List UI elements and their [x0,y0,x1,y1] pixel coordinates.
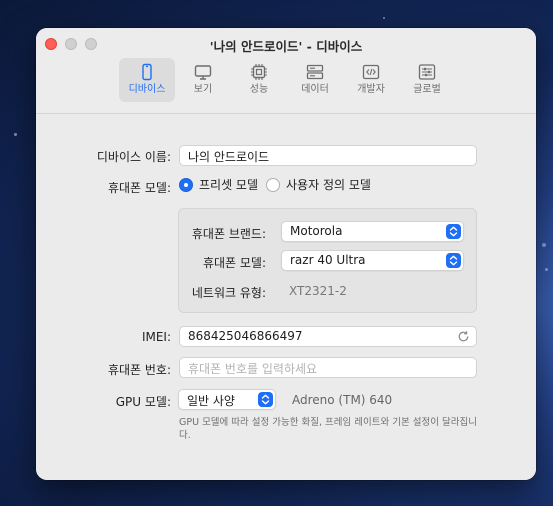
imei-field[interactable]: 868425046866497 [179,326,477,347]
background-star [383,17,385,19]
display-icon [194,65,212,80]
settings-toolbar: 디바이스 보기 성능 데이터 개발자 글로벌 [119,58,455,102]
phone-brand-label: 휴대폰 브랜드: [191,227,266,241]
cpu-icon [251,64,267,80]
phone-model-value: razr 40 Ultra [290,253,366,267]
tab-data[interactable]: 데이터 [287,58,343,102]
background-star [545,268,548,271]
network-type-value: XT2321-2 [289,284,347,298]
tab-label: 성능 [249,84,269,95]
background-star [14,133,17,136]
phone-model-radio-group: 프리셋 모델 사용자 정의 모델 [179,176,379,193]
phone-model-select[interactable]: razr 40 Ultra [281,250,464,271]
phone-number-label: 휴대폰 번호: [107,363,171,377]
phone-model-select-label: 휴대폰 모델: [202,256,266,270]
tab-performance[interactable]: 성능 [231,58,287,102]
phone-icon [142,63,152,81]
radio-custom-model[interactable] [266,177,281,192]
background-star [542,243,546,247]
tab-label: 글로벌 [413,84,441,95]
phone-number-field[interactable]: 휴대폰 번호를 입력하세요 [179,357,477,378]
tab-label: 디바이스 [128,84,166,95]
imei-label: IMEI: [141,330,171,344]
imei-value: 868425046866497 [188,329,303,343]
window-title: '나의 안드로이드' - 디바이스 [209,39,363,54]
tab-display[interactable]: 보기 [175,58,231,102]
gpu-tier-value: 일반 사양 [187,394,235,408]
phone-brand-select[interactable]: Motorola [281,221,464,242]
tab-developer[interactable]: 개발자 [343,58,399,102]
tab-label: 보기 [193,84,213,95]
code-icon [362,64,380,80]
settings-content: 디바이스 이름: 나의 안드로이드 휴대폰 모델: 프리셋 모델 사용자 정의 … [36,115,536,480]
network-type-label: 네트워크 유형: [191,286,266,300]
gpu-model-label: GPU 모델: [115,395,171,409]
title-bar: '나의 안드로이드' - 디바이스 디바이스 보기 성능 데이터 개발자 글로벌 [36,28,536,114]
select-arrows-icon [446,253,461,268]
gpu-tier-select[interactable]: 일반 사양 [178,389,276,410]
tab-global[interactable]: 글로벌 [399,58,455,102]
preset-model-group: 휴대폰 브랜드: Motorola 휴대폰 모델: razr 40 Ultra … [178,208,477,313]
tab-label: 개발자 [357,84,385,95]
radio-preset-model[interactable] [179,177,193,192]
sliders-icon [418,64,436,80]
refresh-icon[interactable] [457,330,470,343]
phone-brand-value: Motorola [290,224,343,238]
tab-label: 데이터 [301,84,329,95]
radio-custom-label: 사용자 정의 모델 [286,178,371,192]
gpu-hint-text: GPU 모델에 따라 설정 가능한 화질, 프레임 레이트와 기본 설정이 달라… [179,417,477,441]
gpu-name: Adreno (TM) 640 [292,393,393,407]
device-name-field[interactable]: 나의 안드로이드 [179,145,477,166]
radio-preset-label: 프리셋 모델 [199,178,259,192]
select-arrows-icon [258,392,273,407]
select-arrows-icon [446,224,461,239]
device-name-label: 디바이스 이름: [96,150,171,164]
phone-model-label: 휴대폰 모델: [107,181,171,195]
device-settings-window: '나의 안드로이드' - 디바이스 디바이스 보기 성능 데이터 개발자 글로벌… [36,28,536,480]
drive-icon [306,64,324,80]
tab-device[interactable]: 디바이스 [119,58,175,102]
